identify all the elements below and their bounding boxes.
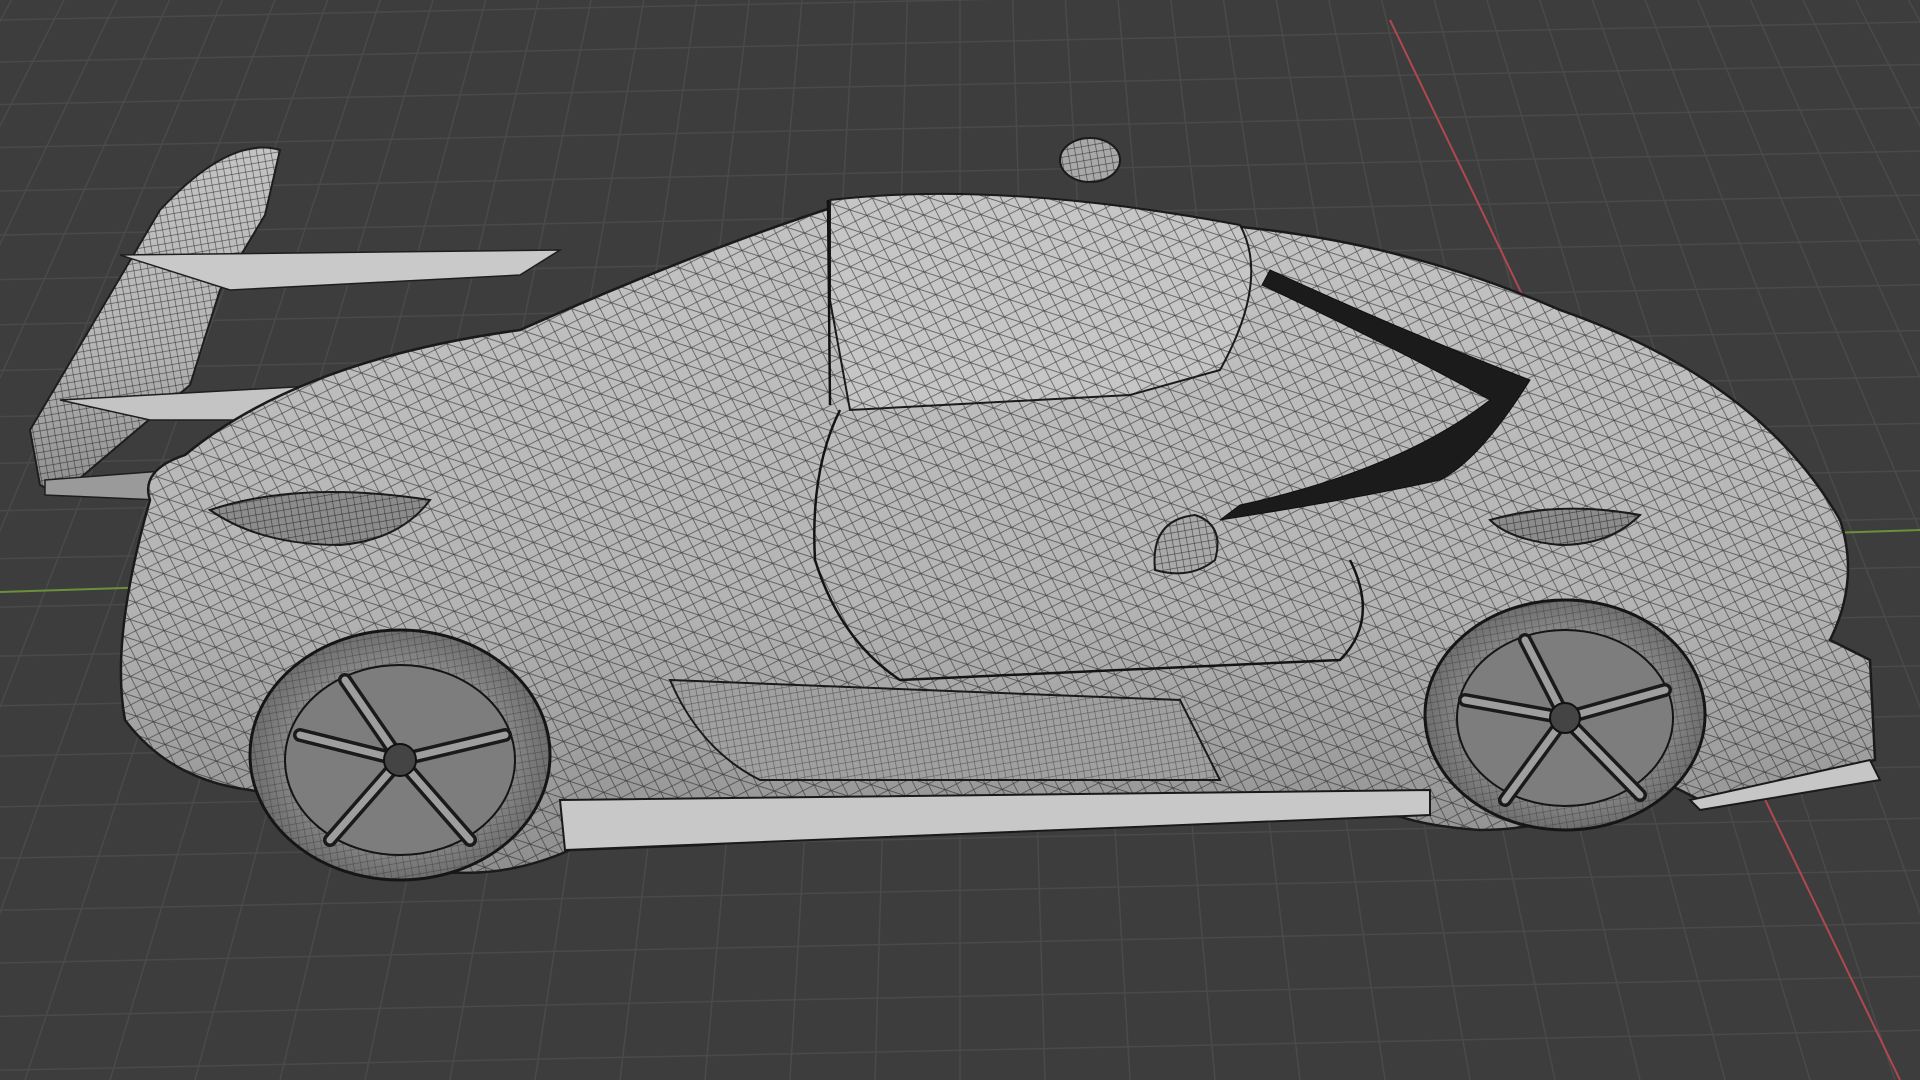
front-wheel[interactable] bbox=[1423, 598, 1707, 832]
grid-line bbox=[0, 0, 118, 246]
3d-viewport[interactable] bbox=[0, 0, 1920, 1080]
roof[interactable] bbox=[826, 192, 1253, 412]
side-skirt[interactable] bbox=[558, 788, 1431, 852]
grid-line bbox=[0, 0, 65, 128]
grid-line bbox=[1907, 0, 1920, 23]
rear-wheel[interactable] bbox=[248, 628, 552, 882]
car-model[interactable] bbox=[28, 137, 1882, 882]
viewport-canvas[interactable] bbox=[0, 0, 1920, 1080]
grid-line bbox=[1855, 0, 1920, 128]
roof-antenna[interactable] bbox=[1059, 137, 1121, 183]
grid-line bbox=[0, 0, 13, 23]
